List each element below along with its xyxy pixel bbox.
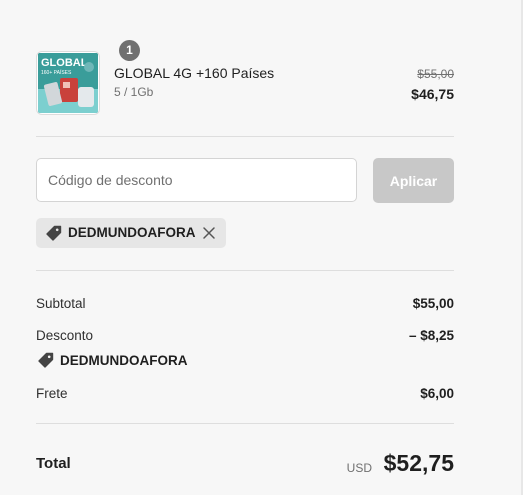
final-price: $46,75	[411, 86, 454, 102]
shipping-label: Frete	[36, 386, 68, 401]
divider	[36, 270, 454, 271]
shipping-value: $6,00	[420, 386, 454, 401]
quantity-badge: 1	[119, 40, 140, 61]
line-item: GLOBAL 160+ PAÍSES 1 GLOBAL 4G +160 País…	[36, 40, 454, 115]
product-thumbnail: GLOBAL 160+ PAÍSES	[36, 51, 100, 115]
divider	[36, 423, 454, 424]
original-price: $55,00	[417, 67, 454, 81]
product-title: GLOBAL 4G +160 Países	[114, 65, 275, 81]
total-currency: USD	[346, 461, 372, 475]
tag-icon	[46, 225, 62, 241]
subtotal-value: $55,00	[412, 296, 454, 311]
thumb-text-main: GLOBAL	[41, 57, 88, 69]
apply-discount-button[interactable]: Aplicar	[373, 158, 454, 203]
total-value: $52,75	[383, 450, 454, 476]
applied-discount-chip: DEDMUNDOAFORA	[36, 218, 226, 248]
total-label: Total	[36, 455, 71, 472]
sim-card-product-image: GLOBAL 160+ PAÍSES	[38, 53, 98, 113]
discount-label: Desconto	[36, 328, 94, 343]
discount-value: – $8,25	[408, 328, 454, 343]
subtotal-label: Subtotal	[36, 296, 86, 311]
discount-code-input[interactable]	[36, 158, 357, 202]
thumb-text-sub: 160+ PAÍSES	[41, 69, 72, 76]
applied-discount-code: DEDMUNDOAFORA	[68, 225, 196, 240]
product-variant: 5 / 1Gb	[114, 85, 154, 99]
discount-code-text: DEDMUNDOAFORA	[60, 353, 188, 368]
remove-discount-icon[interactable]	[202, 226, 216, 240]
tag-icon	[38, 352, 54, 368]
divider	[36, 136, 454, 137]
